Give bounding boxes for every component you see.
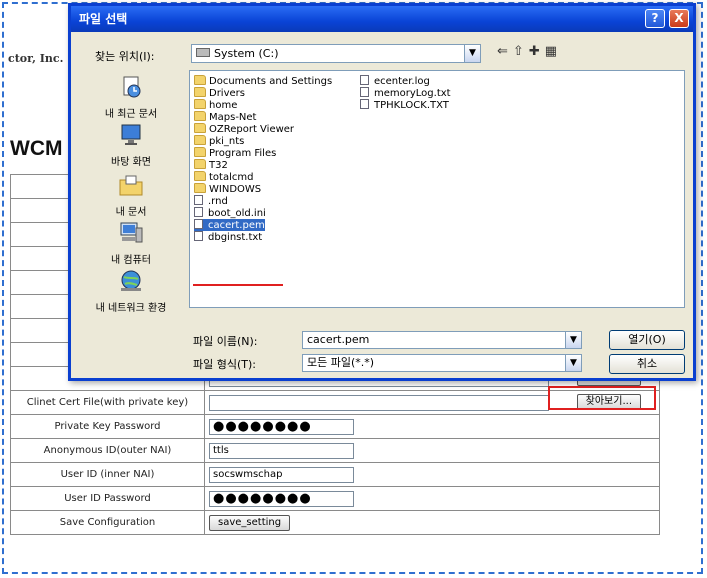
dialog-title: 파일 선택 — [79, 12, 128, 26]
filename-input[interactable]: cacert.pem ▼ — [302, 331, 582, 349]
list-item[interactable]: pki_nts — [194, 135, 244, 147]
place-label: 내 컴퓨터 — [111, 255, 151, 266]
drive-icon — [196, 48, 210, 57]
folder-icon — [194, 75, 206, 85]
text-file-icon — [360, 87, 369, 97]
list-item[interactable]: memoryLog.txt — [360, 87, 451, 99]
highlight-box — [548, 386, 656, 410]
filename-value: cacert.pem — [307, 333, 370, 346]
folder-icon — [194, 171, 206, 181]
user-id-label: User ID (inner NAI) — [10, 462, 205, 487]
up-folder-icon[interactable]: ⇧ — [513, 44, 529, 59]
list-item[interactable]: T32 — [194, 159, 228, 171]
client-cert-label: Clinet Cert File(with private key) — [10, 390, 205, 415]
list-item-selected[interactable]: cacert.pem — [194, 219, 265, 231]
network-places-icon — [121, 270, 141, 291]
desktop-icon — [121, 124, 141, 145]
log-file-icon — [360, 75, 369, 85]
chevron-down-icon[interactable]: ▼ — [565, 332, 581, 348]
user-id-password-label: User ID Password — [10, 486, 205, 511]
my-documents-icon — [119, 175, 143, 196]
folder-icon — [194, 87, 206, 97]
text-file-icon — [360, 99, 369, 109]
file-select-dialog: 파일 선택 ? X 찾는 위치(I): System (C:) ▼ ⇐⇧✚▦ 내… — [68, 3, 696, 381]
list-item[interactable]: boot_old.ini — [194, 207, 266, 219]
user-id-password-input[interactable]: ●●●●●●●● — [209, 490, 354, 507]
help-button[interactable]: ? — [645, 9, 665, 28]
place-label: 바탕 화면 — [111, 157, 151, 168]
my-computer-icon — [120, 222, 143, 243]
list-item[interactable]: home — [194, 99, 237, 111]
folder-icon — [194, 135, 206, 145]
list-item[interactable]: Maps-Net — [194, 111, 256, 123]
list-item[interactable]: OZReport Viewer — [194, 123, 294, 135]
page-heading: WCM — [10, 137, 63, 160]
folder-icon — [194, 123, 206, 133]
place-label: 내 문서 — [115, 207, 147, 218]
folder-icon — [194, 159, 206, 169]
list-item[interactable]: dbginst.txt — [194, 231, 262, 243]
file-icon — [194, 195, 203, 205]
new-folder-icon[interactable]: ✚ — [529, 44, 545, 59]
place-desktop[interactable]: 바탕 화면 — [77, 122, 185, 168]
look-in-combo[interactable]: System (C:) ▼ — [191, 44, 481, 63]
table-row: User ID (inner NAI) socswmschap — [10, 462, 660, 487]
file-list[interactable]: Documents and Settings Drivers home Maps… — [189, 70, 685, 308]
recent-documents-icon — [123, 76, 141, 98]
settings-file-icon — [194, 207, 203, 217]
chevron-down-icon[interactable]: ▼ — [464, 45, 480, 62]
client-cert-input[interactable] — [209, 394, 549, 411]
close-button[interactable]: X — [669, 9, 689, 28]
place-my-computer[interactable]: 내 컴퓨터 — [77, 220, 185, 266]
filename-label: 파일 이름(N): — [193, 335, 258, 348]
view-menu-icon[interactable]: ▦ — [545, 44, 562, 59]
company-name: ctor, Inc. — [8, 52, 64, 65]
list-item[interactable]: totalcmd — [194, 171, 253, 183]
save-setting-button[interactable]: save_setting — [209, 514, 291, 531]
folder-icon — [194, 99, 206, 109]
place-network[interactable]: 내 네트워크 환경 — [77, 268, 185, 314]
places-bar: 내 최근 문서 바탕 화면 내 문서 내 컴퓨터 내 네트워크 환경 — [77, 70, 185, 314]
table-row: Private Key Password ●●●●●●●● — [10, 414, 660, 439]
folder-icon — [194, 147, 206, 157]
folder-icon — [194, 111, 206, 121]
table-row: User ID Password ●●●●●●●● — [10, 486, 660, 511]
list-item[interactable]: TPHKLOCK.TXT — [360, 99, 449, 111]
table-row: Save Configuration save_setting — [10, 510, 660, 535]
look-in-label: 찾는 위치(I): — [95, 50, 155, 63]
filetype-label: 파일 형식(T): — [193, 358, 256, 371]
look-in-value: System (C:) — [214, 47, 279, 60]
private-key-password-input[interactable]: ●●●●●●●● — [209, 418, 354, 435]
list-item[interactable]: Drivers — [194, 87, 245, 99]
back-icon[interactable]: ⇐ — [497, 44, 513, 59]
list-item[interactable]: Program Files — [194, 147, 276, 159]
file-icon — [194, 219, 203, 229]
list-item[interactable]: .rnd — [194, 195, 228, 207]
cancel-button[interactable]: 취소 — [609, 354, 685, 374]
place-recent[interactable]: 내 최근 문서 — [77, 74, 185, 120]
table-row: Anonymous ID(outer NAI) ttls — [10, 438, 660, 463]
open-button[interactable]: 열기(O) — [609, 330, 685, 350]
list-item[interactable]: ecenter.log — [360, 75, 430, 87]
anonymous-id-input[interactable]: ttls — [209, 442, 354, 459]
folder-icon — [194, 183, 206, 193]
anonymous-id-label: Anonymous ID(outer NAI) — [10, 438, 205, 463]
list-item[interactable]: Documents and Settings — [194, 75, 332, 87]
dialog-titlebar[interactable]: 파일 선택 ? X — [71, 6, 693, 32]
toolbar: ⇐⇧✚▦ — [497, 44, 562, 59]
filetype-select[interactable]: 모든 파일(*.*) ▼ — [302, 354, 582, 372]
filetype-value: 모든 파일(*.*) — [307, 356, 375, 369]
text-file-icon — [194, 231, 203, 241]
list-item[interactable]: WINDOWS — [194, 183, 261, 195]
user-id-input[interactable]: socswmschap — [209, 466, 354, 483]
selection-underline — [193, 284, 283, 286]
save-configuration-label: Save Configuration — [10, 510, 205, 535]
place-my-documents[interactable]: 내 문서 — [77, 172, 185, 218]
place-label: 내 최근 문서 — [104, 109, 158, 120]
private-key-password-label: Private Key Password — [10, 414, 205, 439]
chevron-down-icon[interactable]: ▼ — [565, 355, 581, 371]
place-label: 내 네트워크 환경 — [95, 303, 167, 314]
